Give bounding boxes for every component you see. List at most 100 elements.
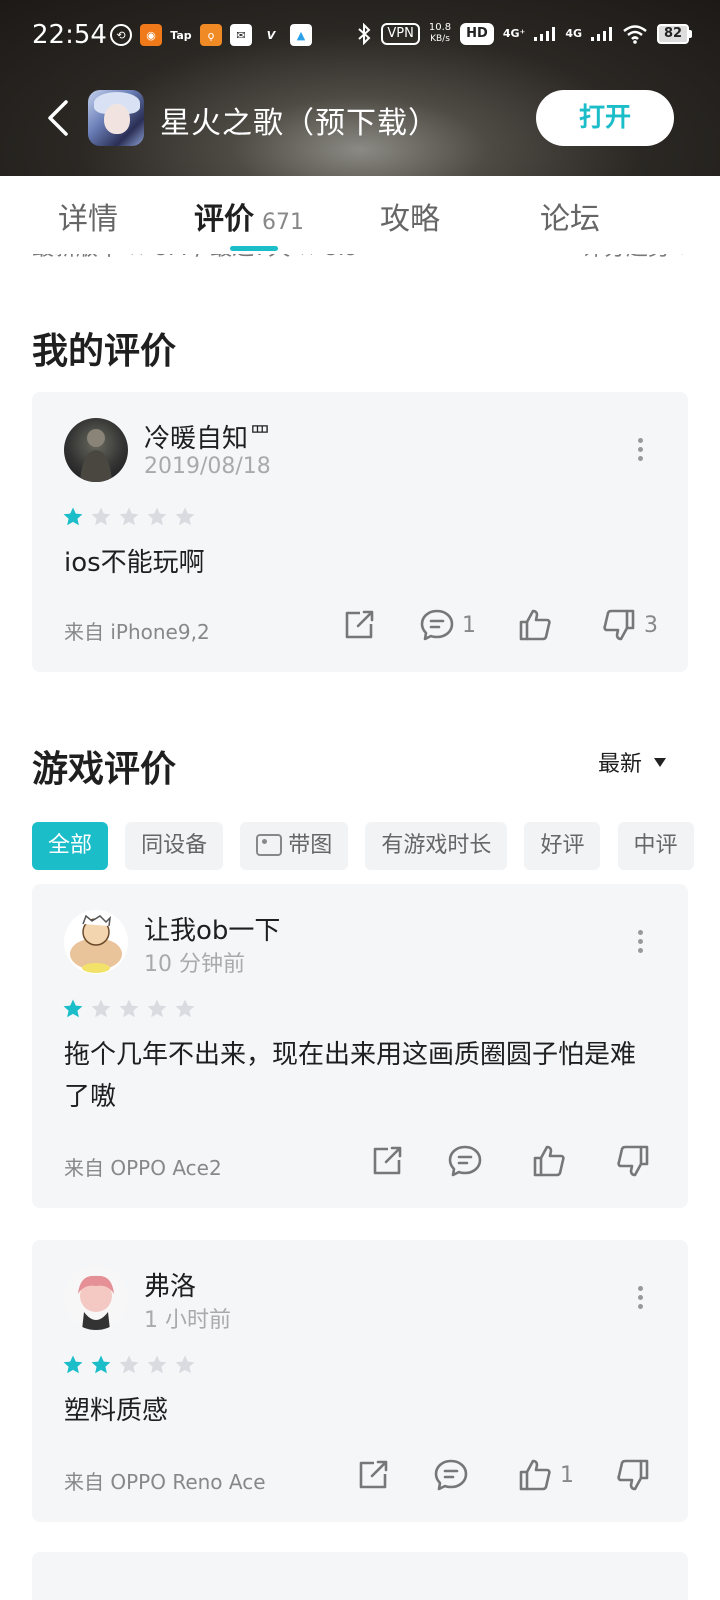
tab-details-label: 详情	[58, 202, 118, 237]
status-app-icons: ⟲ ◉ Tap ϙ ✉ V ▲	[110, 24, 312, 46]
filter-same-device-label: 同设备	[141, 833, 208, 858]
tab-forum[interactable]: 论坛	[540, 194, 600, 238]
avatar[interactable]	[64, 910, 128, 974]
star-empty-icon	[91, 507, 111, 526]
my-review-title: 我的评价	[32, 331, 177, 372]
comment-button[interactable]	[446, 1142, 490, 1180]
tab-guides[interactable]: 攻略	[380, 194, 440, 238]
share-button[interactable]	[354, 1456, 392, 1494]
tab-reviews-label: 评价	[194, 202, 254, 237]
sort-label: 最新	[597, 752, 642, 777]
battery-icon: 82	[657, 23, 692, 44]
dislike-button[interactable]: 3	[600, 606, 658, 644]
review-username-text: 冷暖自知	[144, 424, 249, 454]
filter-all[interactable]: 全部	[32, 822, 109, 870]
bluetooth-icon	[358, 22, 371, 45]
star-filled-icon	[63, 1355, 83, 1374]
star-empty-icon	[119, 1355, 139, 1374]
review-text: 拖个几年不出来，现在出来用这画质圈圆子怕是难了嗷	[64, 1040, 637, 1112]
review-device: 来自 OPPO Ace2	[64, 1156, 222, 1180]
my-review-card: 冷暖自知罒 2019/08/18 ios不能玩啊 来自 iPhone9,2 1 …	[32, 392, 688, 672]
header: 22:54 ⟲ ◉ Tap ϙ ✉ V ▲ VPN 10.8 KB/s HD 4G…	[0, 0, 720, 176]
tab-reviews[interactable]: 评价 671	[194, 194, 304, 238]
share-icon	[345, 610, 374, 639]
orange-app-icon: ◉	[140, 24, 162, 46]
back-arrow-icon[interactable]	[40, 96, 80, 140]
steam-icon: ⟲	[110, 24, 132, 46]
status-time: 22:54	[32, 20, 107, 50]
review-date: 2019/08/18	[144, 454, 271, 479]
avatar[interactable]	[64, 1266, 128, 1330]
filter-neutral[interactable]: 中评	[617, 822, 694, 870]
avatar[interactable]	[64, 418, 128, 482]
signal-bars-icon	[591, 26, 612, 41]
review-device: 来自 OPPO Reno Ace	[64, 1470, 266, 1494]
star-rating	[62, 506, 196, 528]
more-options-icon[interactable]	[638, 438, 644, 464]
filter-neutral-label: 中评	[633, 833, 678, 858]
signal-4g-plus: 4G⁺	[502, 27, 526, 40]
dislike-button[interactable]	[614, 1456, 658, 1494]
like-count: 1	[560, 1462, 574, 1488]
like-button[interactable]: 1	[516, 1456, 574, 1494]
filter-all-label: 全部	[48, 833, 93, 858]
dislike-button[interactable]	[614, 1142, 658, 1180]
net-speed: 10.8 KB/s	[429, 22, 451, 45]
comment-button[interactable]: 1	[418, 606, 476, 644]
dislike-count: 3	[644, 612, 658, 638]
star-empty-icon	[91, 999, 111, 1018]
more-options-icon[interactable]	[638, 930, 644, 956]
review-username: 让我ob一下	[144, 916, 281, 946]
review-actions: 1	[314, 1456, 658, 1494]
star-filled-icon	[91, 1355, 111, 1374]
star-empty-icon	[119, 507, 139, 526]
drive-app-icon: ▲	[290, 24, 312, 46]
review-card-next	[32, 1552, 688, 1600]
thumbs-down-icon	[603, 609, 635, 641]
share-icon	[359, 1460, 388, 1489]
sort-dropdown[interactable]: 最新	[598, 746, 666, 778]
vpn-badge: VPN	[381, 22, 420, 45]
comment-icon	[420, 609, 454, 641]
filter-same-device[interactable]: 同设备	[125, 822, 224, 870]
review-card: 让我ob一下 10 分钟前 拖个几年不出来，现在出来用这画质圈圆子怕是难了嗷 来…	[32, 884, 688, 1208]
game-reviews-title: 游戏评价	[32, 749, 177, 790]
share-icon	[373, 1146, 402, 1175]
like-button[interactable]	[516, 606, 560, 644]
comment-icon	[434, 1459, 468, 1491]
open-button[interactable]: 打开	[536, 90, 674, 146]
star-empty-icon	[147, 999, 167, 1018]
filter-playtime[interactable]: 有游戏时长	[365, 822, 508, 870]
tab-guides-label: 攻略	[380, 202, 440, 237]
avatar-figure-icon	[80, 429, 112, 482]
status-bar: 22:54 ⟲ ◉ Tap ϙ ✉ V ▲ VPN 10.8 KB/s HD 4G…	[0, 18, 720, 58]
thumbs-down-icon	[617, 1145, 649, 1177]
battery-level: 82	[657, 23, 689, 44]
thumbs-up-icon	[519, 609, 551, 641]
tab-reviews-count: 671	[262, 210, 304, 235]
filter-with-images-label: 带图	[288, 833, 333, 858]
tap-app-icon: Tap	[170, 28, 192, 42]
tab-details[interactable]: 详情	[58, 194, 118, 238]
image-icon	[256, 834, 283, 856]
app-page: 22:54 ⟲ ◉ Tap ϙ ✉ V ▲ VPN 10.8 KB/s HD 4G…	[0, 0, 720, 1600]
share-button[interactable]	[340, 606, 378, 644]
net-speed-unit: KB/s	[430, 34, 450, 44]
filter-playtime-label: 有游戏时长	[381, 833, 492, 858]
like-button[interactable]	[530, 1142, 574, 1180]
review-card: 弗洛 1 小时前 塑料质感 来自 OPPO Reno Ace 1	[32, 1240, 688, 1522]
signal-4g: 4G	[565, 27, 582, 40]
review-date: 1 小时前	[144, 1308, 231, 1333]
filter-with-images[interactable]: 带图	[240, 822, 349, 870]
star-filled-icon	[63, 507, 83, 526]
comment-icon	[448, 1145, 482, 1177]
comment-button[interactable]	[432, 1456, 476, 1494]
star-empty-icon	[175, 1355, 195, 1374]
star-rating	[62, 998, 196, 1020]
filter-positive[interactable]: 好评	[524, 822, 601, 870]
net-speed-value: 10.8	[428, 22, 452, 33]
more-options-icon[interactable]	[638, 1286, 644, 1312]
star-empty-icon	[147, 507, 167, 526]
tab-forum-label: 论坛	[540, 202, 600, 237]
share-button[interactable]	[368, 1142, 406, 1180]
